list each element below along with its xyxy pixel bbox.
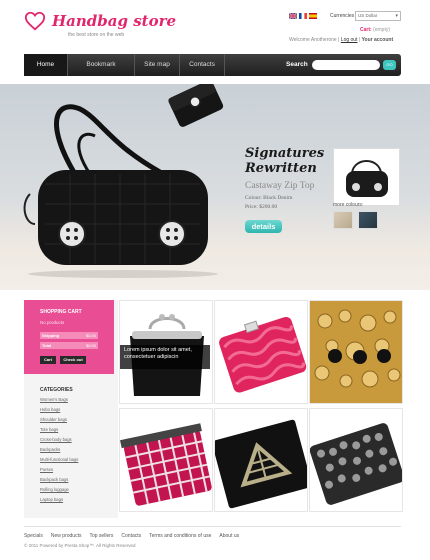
currencies-label: Currencies: [330, 13, 355, 19]
shipping-label: Shipping: [42, 333, 60, 338]
category-item[interactable]: Women's Bags: [40, 397, 68, 402]
banner-colour: Colour: Black Denim: [245, 195, 293, 201]
footer-links: Specials New products Top sellers Contac…: [24, 533, 239, 539]
currency-select[interactable]: US Dollar ▾: [355, 11, 401, 21]
total-row: Total $0.00: [40, 342, 98, 349]
category-item[interactable]: Hobo bags: [40, 407, 60, 412]
nav-contacts[interactable]: Contacts: [180, 54, 225, 76]
nav-site-map[interactable]: Site map: [135, 54, 180, 76]
chevron-down-icon: ▾: [395, 13, 398, 19]
product-thumbnail[interactable]: [333, 148, 400, 206]
nav-bookmark[interactable]: Bookmark: [68, 54, 135, 76]
footer-divider: [24, 526, 401, 527]
pink-ruffle-clutch-image: [219, 316, 307, 393]
product-caption: Lorem ipsum dolor sit amet, consectetuer…: [120, 345, 210, 369]
logout-link[interactable]: Log out: [341, 37, 358, 43]
thumbnail-handbag-image: [346, 160, 388, 197]
category-item[interactable]: Cross-body bags: [40, 437, 72, 442]
category-item[interactable]: Tote bags: [40, 427, 58, 432]
header-cart[interactable]: Cart: (empty): [360, 27, 390, 33]
categories-title: CATEGORIES: [40, 387, 73, 393]
search-label: Search: [286, 61, 308, 68]
product-tile-pink-ruffle[interactable]: [214, 300, 308, 404]
france-flag-icon[interactable]: [299, 13, 307, 19]
product-tile-sequin[interactable]: [309, 408, 403, 512]
uk-flag-icon[interactable]: [289, 13, 297, 19]
heart-logo-icon: [24, 11, 46, 31]
footer-link[interactable]: Top sellers: [89, 533, 113, 539]
currency-value: US Dollar: [358, 13, 378, 18]
footer-link[interactable]: Specials: [24, 533, 43, 539]
spain-flag-icon[interactable]: [309, 13, 317, 19]
product-tile-black-triangle[interactable]: [214, 408, 308, 512]
category-item[interactable]: Shoulder bags: [40, 417, 67, 422]
category-item[interactable]: Backpacks: [40, 447, 60, 452]
search-button[interactable]: GO: [383, 60, 396, 70]
featured-banner: Signatures Rewritten Castaway Zip Top Co…: [0, 84, 430, 290]
page: Handbag store the best store on the web …: [0, 0, 430, 560]
shipping-row: Shipping $0.00: [40, 332, 98, 339]
account-link[interactable]: Your account: [362, 37, 394, 43]
pink-lattice-clutch-image: [120, 423, 212, 506]
footer-link[interactable]: Terms and conditions of use: [149, 533, 211, 539]
main-nav: Home Bookmark Site map Contacts Search G…: [24, 54, 401, 76]
category-item[interactable]: Backpack bags: [40, 477, 68, 482]
cart-no-products: No products: [40, 320, 65, 325]
gold-studded-clutch-image: [310, 301, 402, 403]
product-tile-gold-studded[interactable]: [309, 300, 403, 404]
category-item[interactable]: Laptop bags: [40, 497, 63, 502]
checkout-button[interactable]: Check out: [60, 356, 86, 364]
product-tile-pink-lattice[interactable]: [119, 408, 213, 512]
search-input[interactable]: [312, 60, 380, 70]
welcome-line: Welcome Anotherone | Log out | Your acco…: [289, 37, 394, 43]
shipping-value: $0.00: [85, 333, 96, 338]
more-colours-label: more colours:: [333, 202, 364, 208]
cart-label: Cart:: [360, 27, 372, 33]
black-triangle-clutch-image: [215, 419, 307, 509]
details-button[interactable]: details: [245, 220, 282, 233]
category-item[interactable]: Purses: [40, 467, 53, 472]
cart-title: SHOPPING CART: [40, 309, 82, 315]
banner-title: Signatures Rewritten: [245, 146, 325, 176]
cart-button[interactable]: Cart: [40, 356, 56, 364]
category-item[interactable]: Rolling luggage: [40, 487, 69, 492]
category-item[interactable]: Multi-functional bags: [40, 457, 78, 462]
total-value: $0.00: [85, 343, 96, 348]
colour-swatch-beige[interactable]: [333, 211, 353, 229]
colour-swatch-blue[interactable]: [358, 211, 378, 229]
footer-link[interactable]: Contacts: [121, 533, 141, 539]
language-flags: [289, 13, 317, 19]
sequin-clutch-image: [310, 423, 402, 505]
footer-link[interactable]: New products: [51, 533, 82, 539]
cart-status: (empty): [373, 27, 391, 33]
total-label: Total: [42, 343, 52, 348]
logo-tagline: the best store on the web: [68, 32, 125, 38]
copyright: © 2011 Powered by Presta Shop™. All Righ…: [24, 543, 136, 548]
nav-home[interactable]: Home: [24, 54, 68, 76]
footer-link[interactable]: About us: [219, 533, 239, 539]
banner-price: Price: $200.00: [245, 204, 278, 210]
banner-product-name[interactable]: Castaway Zip Top: [245, 181, 314, 191]
welcome-text: Welcome Anotherone: [289, 37, 337, 43]
logo-title[interactable]: Handbag store: [52, 12, 176, 30]
